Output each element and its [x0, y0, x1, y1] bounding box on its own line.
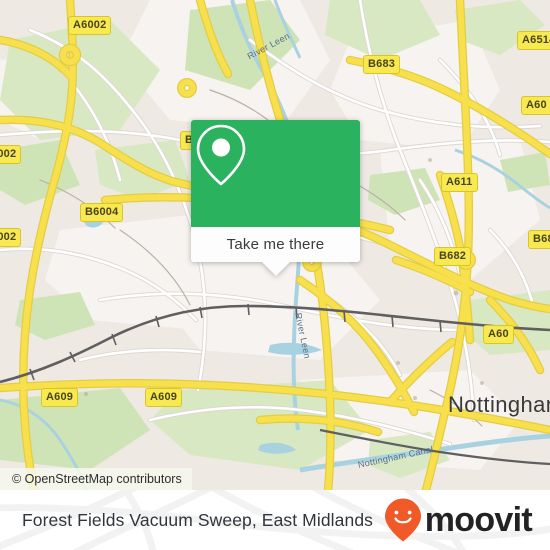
road-shield: A611 — [441, 173, 478, 192]
callout-icon-area — [191, 120, 360, 227]
road-shield: 6002 — [0, 228, 22, 247]
moovit-map-screenshot: .grn{fill:#d8e8c2;} .grn2{fill:#cfe4b6;}… — [0, 0, 550, 550]
road-shield: A60 — [521, 96, 550, 115]
road-shield: A609 — [41, 388, 79, 407]
callout-pointer — [261, 262, 290, 276]
road-shield: A60 — [483, 325, 514, 344]
road-shield: B683 — [363, 55, 401, 74]
place-title: Forest Fields Vacuum Sweep, East Midland… — [22, 509, 374, 530]
road-shield: B682 — [434, 247, 472, 266]
map-attribution[interactable]: © OpenStreetMap contributors — [0, 468, 192, 490]
city-label-nottingham: Nottingham — [448, 392, 550, 417]
footer-bar: Forest Fields Vacuum Sweep, East Midland… — [0, 490, 550, 550]
moovit-pin-smiley-icon — [384, 498, 421, 542]
callout-action-label: Take me there — [226, 236, 325, 253]
road-shield: A609 — [145, 388, 183, 407]
moovit-brand[interactable]: moovit — [383, 490, 533, 550]
take-me-there-callout[interactable]: Take me there — [191, 120, 360, 276]
callout-action-area[interactable]: Take me there — [191, 227, 360, 262]
road-shield: 6002 — [0, 145, 22, 164]
road-shield: B6004 — [80, 203, 124, 222]
road-shield: A6514 — [517, 31, 550, 50]
moovit-wordmark: moovit — [424, 501, 533, 539]
map-pin-icon — [196, 124, 246, 186]
map-canvas[interactable]: .grn{fill:#d8e8c2;} .grn2{fill:#cfe4b6;}… — [0, 0, 550, 490]
road-shield: A6002 — [68, 16, 112, 35]
road-shield: B68 — [528, 230, 550, 249]
